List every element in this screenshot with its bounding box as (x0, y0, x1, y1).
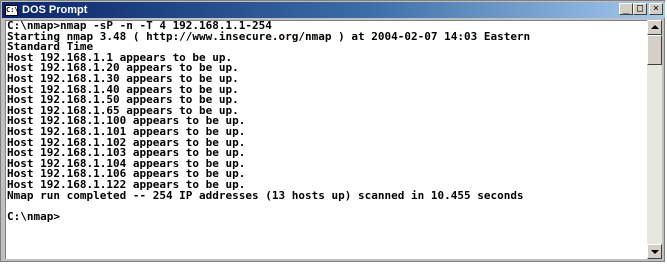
window-title: DOS Prompt (22, 4, 88, 16)
close-button[interactable]: × (649, 3, 663, 15)
scroll-down-button[interactable] (647, 244, 662, 259)
window-controls: _ □ × (619, 3, 663, 15)
cmd-icon[interactable]: C:\ (5, 4, 19, 16)
console-output[interactable]: C:\nmap>nmap -sP -n -T 4 192.168.1.1-254… (5, 20, 647, 259)
maximize-button[interactable]: □ (633, 3, 647, 15)
scroll-thumb[interactable] (647, 35, 662, 65)
arrow-up-icon (651, 25, 659, 29)
scroll-up-button[interactable] (647, 20, 662, 35)
arrow-down-icon (651, 250, 659, 254)
dos-prompt-window: C:\ DOS Prompt _ □ × C:\nmap>nmap -sP -n… (0, 0, 665, 262)
vertical-scrollbar[interactable] (647, 20, 662, 259)
console-line: C:\nmap> (7, 209, 60, 223)
title-bar[interactable]: C:\ DOS Prompt _ □ × (2, 2, 665, 18)
minimize-button[interactable]: _ (619, 3, 633, 15)
console-line: Nmap run completed -- 254 IP addresses (… (7, 188, 524, 202)
console-line: Starting nmap 3.48 ( http://www.insecure… (7, 29, 531, 43)
